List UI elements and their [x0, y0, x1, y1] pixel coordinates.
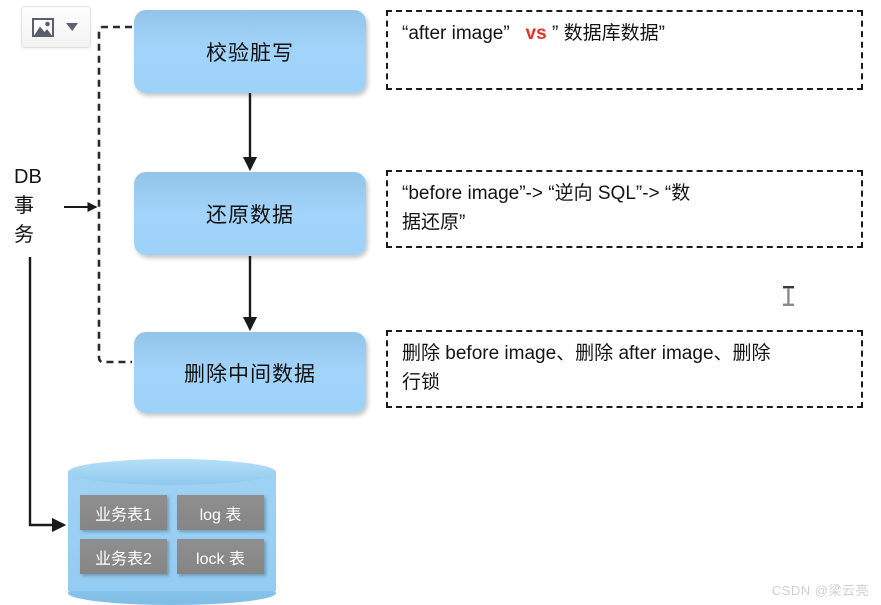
database-cylinder[interactable]: 业务表1 log 表 业务表2 lock 表	[68, 459, 276, 605]
db-label-line-1: DB	[14, 166, 42, 188]
note-text-post: ” 数据库数据”	[551, 23, 665, 44]
note-line: 行锁	[402, 371, 441, 393]
flow-step-label: 删除中间数据	[184, 362, 316, 386]
image-icon[interactable]	[29, 15, 57, 39]
note-line: 据还原”	[402, 211, 466, 233]
flow-step-label: 还原数据	[206, 203, 294, 227]
dashed-group-bracket	[97, 25, 132, 364]
diagram-canvas: DB 事 务 校验脏写 还原数据 删除中间数据 “after image” vs…	[0, 0, 881, 605]
note-line: “before image”-> “逆向 SQL”-> “数	[402, 183, 691, 204]
chevron-down-icon[interactable]	[61, 16, 83, 38]
database-table-list: 业务表1 log 表 业务表2 lock 表	[68, 485, 276, 584]
table-chip[interactable]: 业务表2	[80, 539, 167, 574]
flow-step-verify-dirty-write[interactable]: 校验脏写	[134, 10, 366, 93]
db-transaction-label: DB 事 务	[14, 163, 54, 250]
note-text-vs: vs	[525, 23, 547, 44]
flow-step-label: 校验脏写	[206, 41, 294, 65]
note-text-pre: “after image”	[402, 23, 510, 44]
text-caret-cursor	[783, 286, 794, 306]
flow-step-restore-data[interactable]: 还原数据	[134, 172, 366, 255]
flow-step-delete-intermediate-data[interactable]: 删除中间数据	[134, 332, 366, 413]
watermark: CSDN @梁云亮	[771, 583, 869, 598]
note-after-image: “after image” vs ” 数据库数据”	[386, 10, 863, 90]
arrow-db-to-cylinder	[28, 257, 67, 533]
table-chip[interactable]: 业务表1	[80, 495, 167, 530]
table-chip[interactable]: log 表	[177, 495, 264, 530]
db-label-line-2: 事	[14, 195, 34, 217]
db-label-line-3: 务	[14, 224, 34, 246]
note-delete-intermediate: 删除 before image、删除 after image、删除 行锁	[386, 330, 863, 408]
note-line: 删除 before image、删除 after image、删除	[402, 343, 771, 364]
image-toolbar[interactable]	[21, 6, 91, 48]
table-chip[interactable]: lock 表	[177, 539, 264, 574]
cylinder-top	[68, 459, 276, 485]
note-before-image: “before image”-> “逆向 SQL”-> “数 据还原”	[386, 170, 863, 248]
